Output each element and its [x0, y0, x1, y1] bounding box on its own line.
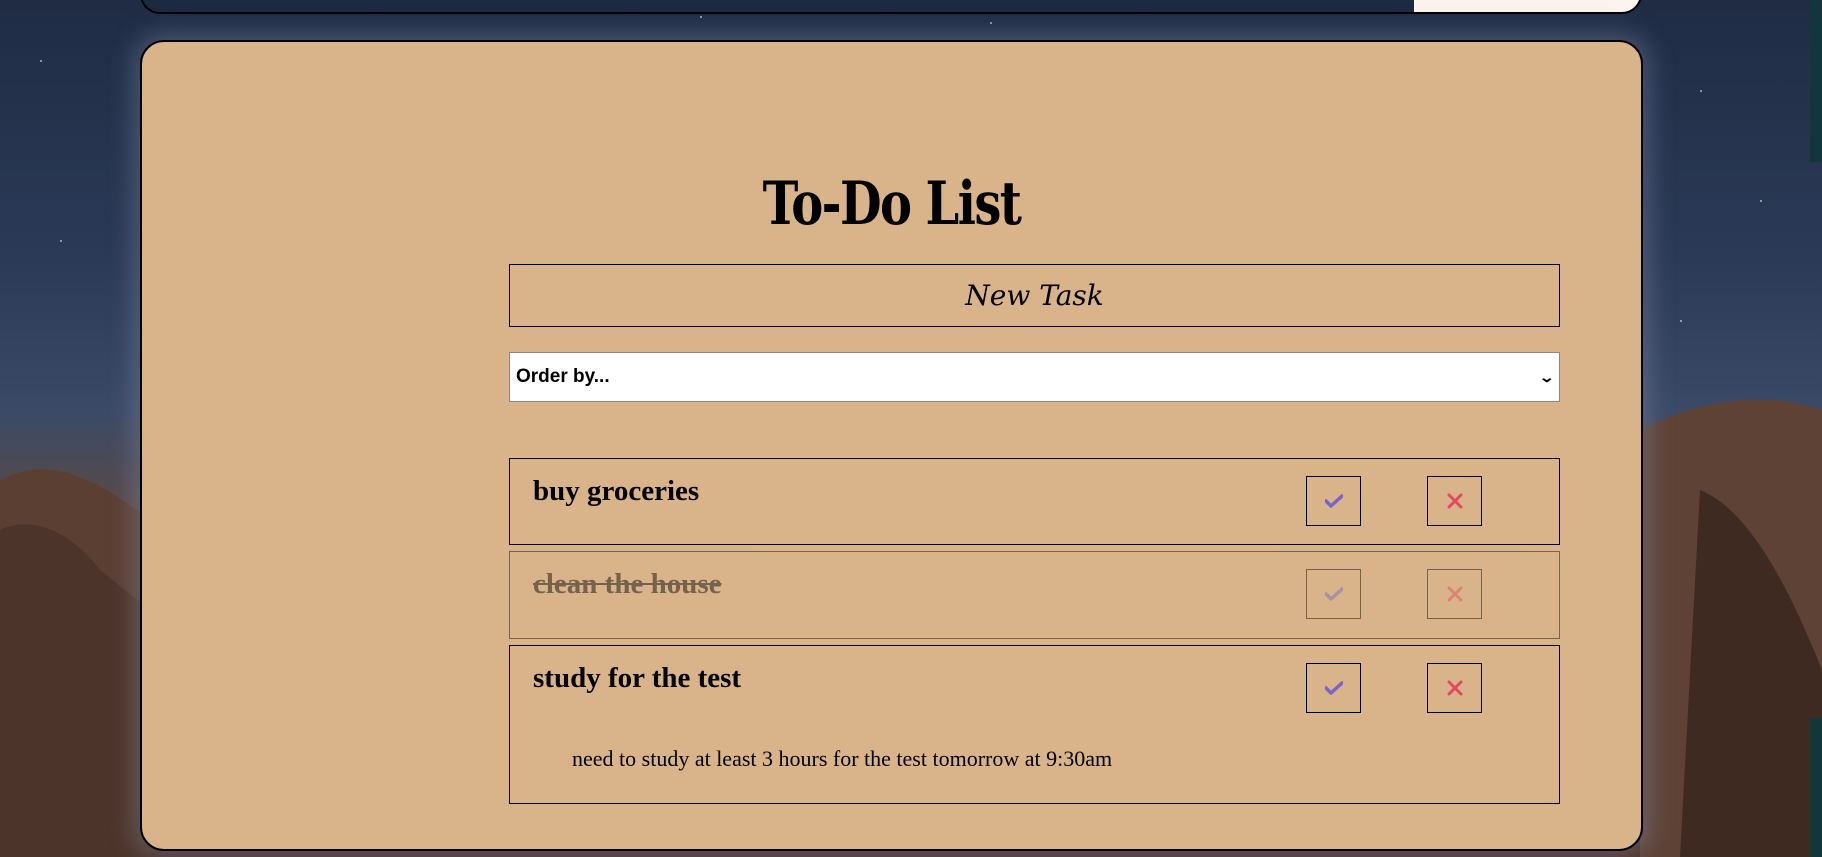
check-icon [1324, 681, 1343, 695]
check-icon [1324, 494, 1343, 508]
order-by-select[interactable]: Order by... ⌄ [509, 352, 1560, 402]
task-title: study for the test [533, 662, 742, 694]
task-title: clean the house [533, 568, 722, 600]
new-task-label: New Task [965, 279, 1104, 312]
task-description: need to study at least 3 hours for the t… [572, 746, 1113, 771]
close-icon [1447, 493, 1462, 509]
check-icon [1324, 587, 1343, 601]
delete-task-button[interactable] [1427, 476, 1482, 526]
todo-card: To-Do List New Task Order by... ⌄ buy gr… [140, 40, 1643, 851]
delete-task-button[interactable] [1427, 663, 1482, 713]
task-title: buy groceries [533, 475, 700, 507]
task-item-completed: clean the house [509, 551, 1560, 639]
dune-right [1640, 399, 1822, 857]
order-by-selected-value: Order by... [516, 366, 610, 387]
close-icon [1447, 680, 1462, 696]
complete-task-button[interactable] [1306, 476, 1361, 526]
top-navbar-panel [1414, 0, 1640, 12]
new-task-button[interactable]: New Task [509, 264, 1560, 327]
top-navbar [140, 0, 1642, 14]
chevron-down-icon: ⌄ [1538, 368, 1556, 385]
task-item: study for the test need to study at leas… [509, 645, 1560, 804]
task-item: buy groceries [509, 458, 1560, 545]
complete-task-button[interactable] [1306, 569, 1361, 619]
delete-task-button[interactable] [1427, 569, 1482, 619]
close-icon [1447, 586, 1462, 602]
page-title: To-Do List [762, 169, 1022, 239]
dune-left [0, 469, 150, 857]
complete-task-button[interactable] [1306, 663, 1361, 713]
